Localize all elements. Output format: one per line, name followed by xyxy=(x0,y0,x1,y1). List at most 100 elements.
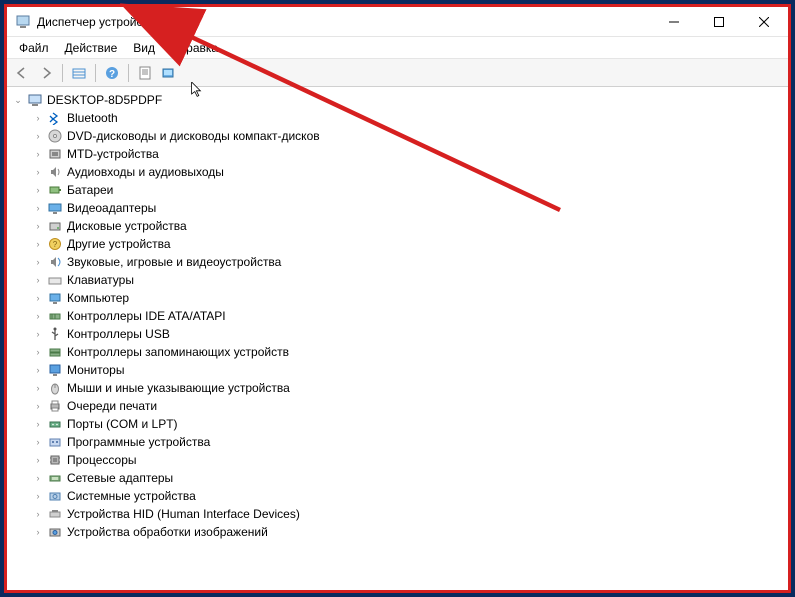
device-tree[interactable]: ⌄ DESKTOP-8D5PDPF ›Bluetooth›DVD-дисково… xyxy=(7,87,788,590)
tree-category-cpu[interactable]: ›Процессоры xyxy=(31,451,786,469)
mouse-icon xyxy=(47,380,63,396)
tree-category-network[interactable]: › Сетевые адаптеры xyxy=(31,469,786,487)
expander-icon[interactable]: › xyxy=(31,525,45,539)
tree-item-label: Программные устройства xyxy=(67,435,210,449)
menu-view[interactable]: Вид xyxy=(125,39,163,57)
expander-icon[interactable]: › xyxy=(31,471,45,485)
expander-icon[interactable]: › xyxy=(31,129,45,143)
tree-category-keyboard[interactable]: › Клавиатуры xyxy=(31,271,786,289)
toolbar-scan-button[interactable] xyxy=(158,62,180,84)
tree-category-mouse[interactable]: ›Мыши и иные указывающие устройства xyxy=(31,379,786,397)
expander-icon[interactable]: › xyxy=(31,183,45,197)
cpu-icon xyxy=(47,452,63,468)
tree-root-label: DESKTOP-8D5PDPF xyxy=(47,93,162,107)
tree-root-node[interactable]: ⌄ DESKTOP-8D5PDPF xyxy=(9,91,786,109)
app-icon xyxy=(15,14,31,30)
tree-category-mtd[interactable]: ›MTD-устройства xyxy=(31,145,786,163)
window-title: Диспетчер устройств xyxy=(37,15,651,29)
tree-item-label: Системные устройства xyxy=(67,489,196,503)
svg-text:?: ? xyxy=(53,240,58,249)
menu-action[interactable]: Действие xyxy=(57,39,126,57)
expander-icon[interactable]: › xyxy=(31,453,45,467)
software-icon xyxy=(47,434,63,450)
dvd-icon xyxy=(47,128,63,144)
minimize-button[interactable] xyxy=(651,8,696,36)
tree-category-disk[interactable]: › Дисковые устройства xyxy=(31,217,786,235)
expander-icon[interactable]: › xyxy=(31,327,45,341)
sound-icon xyxy=(47,254,63,270)
toolbar-help-button[interactable]: ? xyxy=(101,62,123,84)
computer-icon xyxy=(47,290,63,306)
expander-icon[interactable]: › xyxy=(31,237,45,251)
expander-icon[interactable]: › xyxy=(31,309,45,323)
expander-icon[interactable]: › xyxy=(31,507,45,521)
menu-file[interactable]: Файл xyxy=(11,39,57,57)
usb-icon xyxy=(47,326,63,342)
expander-icon[interactable]: › xyxy=(31,399,45,413)
tree-category-computer[interactable]: ›Компьютер xyxy=(31,289,786,307)
expander-icon[interactable]: › xyxy=(31,201,45,215)
imaging-icon xyxy=(47,524,63,540)
disk-icon xyxy=(47,218,63,234)
system-icon xyxy=(47,488,63,504)
tree-category-display-adapter[interactable]: ›Видеоадаптеры xyxy=(31,199,786,217)
expander-icon[interactable]: › xyxy=(31,345,45,359)
tree-category-sound[interactable]: › Звуковые, игровые и видеоустройства xyxy=(31,253,786,271)
tree-category-dvd[interactable]: › DVD-дисководы и дисководы компакт-диско… xyxy=(31,127,786,145)
toolbar-show-hidden-button[interactable] xyxy=(68,62,90,84)
expander-icon[interactable]: › xyxy=(31,417,45,431)
mtd-icon xyxy=(47,146,63,162)
tree-item-label: Контроллеры USB xyxy=(67,327,170,341)
tree-item-label: DVD-дисководы и дисководы компакт-дисков xyxy=(67,129,320,143)
tree-item-label: Контроллеры запоминающих устройств xyxy=(67,345,289,359)
hid-icon xyxy=(47,506,63,522)
port-icon xyxy=(47,416,63,432)
toolbar: ? xyxy=(7,59,788,87)
expander-icon[interactable]: › xyxy=(31,165,45,179)
expander-icon[interactable]: › xyxy=(31,363,45,377)
tree-item-label: Клавиатуры xyxy=(67,273,134,287)
expander-icon[interactable]: › xyxy=(31,489,45,503)
tree-item-label: Аудиовходы и аудиовыходы xyxy=(67,165,224,179)
expander-icon[interactable]: › xyxy=(31,111,45,125)
display-adapter-icon xyxy=(47,200,63,216)
tree-item-label: Звуковые, игровые и видеоустройства xyxy=(67,255,281,269)
tree-item-label: Дисковые устройства xyxy=(67,219,187,233)
expander-icon[interactable]: › xyxy=(31,147,45,161)
menu-help[interactable]: Справка xyxy=(163,39,226,57)
tree-category-printer[interactable]: ›Очереди печати xyxy=(31,397,786,415)
expander-icon[interactable]: › xyxy=(31,381,45,395)
expander-icon[interactable]: › xyxy=(31,255,45,269)
toolbar-forward-button[interactable] xyxy=(35,62,57,84)
tree-category-monitor[interactable]: › Мониторы xyxy=(31,361,786,379)
tree-category-port[interactable]: ›Порты (COM и LPT) xyxy=(31,415,786,433)
expander-icon[interactable]: › xyxy=(31,273,45,287)
toolbar-properties-button[interactable] xyxy=(134,62,156,84)
tree-item-label: Другие устройства xyxy=(67,237,171,251)
close-button[interactable] xyxy=(741,8,786,36)
tree-item-label: Устройства обработки изображений xyxy=(67,525,268,539)
expander-icon[interactable]: ⌄ xyxy=(11,93,25,107)
battery-icon xyxy=(47,182,63,198)
tree-category-storage-ctrl[interactable]: › Контроллеры запоминающих устройств xyxy=(31,343,786,361)
tree-item-label: Сетевые адаптеры xyxy=(67,471,173,485)
tree-category-unknown[interactable]: ›? Другие устройства xyxy=(31,235,786,253)
toolbar-back-button[interactable] xyxy=(11,62,33,84)
tree-category-audio[interactable]: › Аудиовходы и аудиовыходы xyxy=(31,163,786,181)
keyboard-icon xyxy=(47,272,63,288)
tree-item-label: Устройства HID (Human Interface Devices) xyxy=(67,507,300,521)
tree-category-software[interactable]: › Программные устройства xyxy=(31,433,786,451)
tree-item-label: Батареи xyxy=(67,183,113,197)
tree-category-system[interactable]: › Системные устройства xyxy=(31,487,786,505)
tree-item-label: Мониторы xyxy=(67,363,124,377)
tree-category-ide[interactable]: ›Контроллеры IDE ATA/ATAPI xyxy=(31,307,786,325)
tree-category-battery[interactable]: › Батареи xyxy=(31,181,786,199)
expander-icon[interactable]: › xyxy=(31,291,45,305)
maximize-button[interactable] xyxy=(696,8,741,36)
tree-category-imaging[interactable]: › Устройства обработки изображений xyxy=(31,523,786,541)
tree-category-usb[interactable]: › Контроллеры USB xyxy=(31,325,786,343)
expander-icon[interactable]: › xyxy=(31,435,45,449)
tree-category-bluetooth[interactable]: ›Bluetooth xyxy=(31,109,786,127)
tree-category-hid[interactable]: › Устройства HID (Human Interface Devices… xyxy=(31,505,786,523)
expander-icon[interactable]: › xyxy=(31,219,45,233)
